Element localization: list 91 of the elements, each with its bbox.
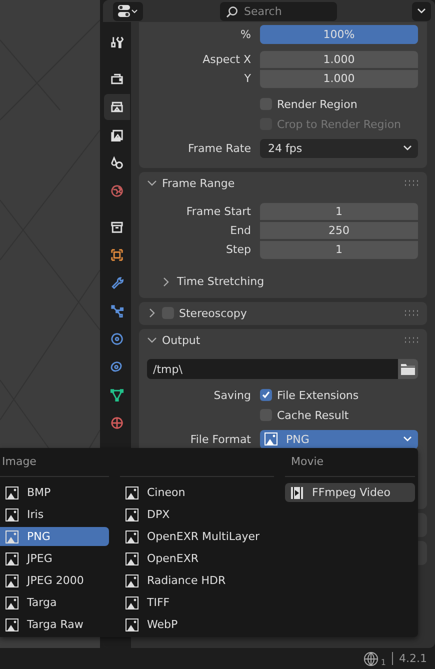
menu-item[interactable]: WebP bbox=[120, 615, 274, 634]
menu-heading: Movie bbox=[290, 454, 325, 470]
image-icon bbox=[125, 596, 139, 610]
image-icon bbox=[5, 486, 19, 500]
checkbox-label: File Extensions bbox=[277, 388, 359, 402]
image-icon bbox=[5, 552, 19, 566]
field-label: Frame Rate bbox=[187, 142, 252, 154]
field-label: Step bbox=[224, 243, 252, 256]
image-icon bbox=[125, 574, 139, 588]
checkbox-label: Render Region bbox=[277, 98, 358, 110]
editor-type-button[interactable] bbox=[113, 2, 143, 20]
menu-item[interactable]: JPEG 2000 bbox=[0, 571, 109, 590]
image-icon bbox=[5, 574, 19, 588]
menu-item[interactable]: Radiance HDR bbox=[120, 571, 274, 590]
tab-icon bbox=[109, 99, 125, 115]
file-format-dropdown[interactable]: PNG bbox=[260, 430, 418, 448]
frame-rate-dropdown[interactable]: 24 fps bbox=[260, 138, 418, 158]
collapse-chevron-icon[interactable] bbox=[147, 178, 157, 188]
menu-item[interactable]: TIFF bbox=[120, 593, 274, 612]
properties-tab[interactable] bbox=[104, 94, 130, 120]
image-icon bbox=[5, 618, 19, 632]
expand-chevron-icon[interactable] bbox=[161, 276, 171, 286]
tab-icon bbox=[109, 331, 125, 347]
tab-icon bbox=[109, 275, 125, 291]
menu-heading: Image bbox=[1, 454, 38, 470]
menu-item[interactable]: PNG bbox=[0, 527, 109, 546]
image-icon bbox=[125, 618, 139, 632]
globe-icon bbox=[362, 650, 379, 666]
resolution-percent-slider[interactable]: 100% bbox=[260, 24, 418, 44]
menu-item[interactable]: BMP bbox=[0, 483, 109, 502]
tab-icon bbox=[109, 71, 125, 87]
language-count: 1 bbox=[380, 658, 386, 669]
image-icon bbox=[5, 596, 19, 610]
checkbox-label: Cache Result bbox=[277, 408, 349, 422]
subpanel-title[interactable]: Time Stretching bbox=[177, 275, 264, 288]
checkbox-label: Crop to Render Region bbox=[277, 118, 402, 130]
output-path-field[interactable]: /tmp\ bbox=[147, 359, 398, 379]
number-field[interactable]: 1 bbox=[260, 240, 418, 258]
film-icon bbox=[290, 486, 304, 500]
options-dropdown-button[interactable] bbox=[412, 2, 431, 20]
menu-item[interactable]: Targa Raw bbox=[0, 615, 109, 634]
image-icon bbox=[264, 432, 278, 446]
chevron-down-icon bbox=[417, 8, 426, 14]
menu-item[interactable]: Iris bbox=[0, 505, 109, 524]
field-label: Y bbox=[243, 72, 252, 85]
number-field[interactable]: 1.000 bbox=[260, 70, 418, 88]
tab-icon bbox=[109, 415, 125, 431]
panel-title[interactable]: Output bbox=[162, 334, 200, 346]
tab-icon bbox=[109, 387, 125, 403]
field-label: Aspect X bbox=[202, 53, 252, 66]
version-label: 4.2.1 bbox=[399, 652, 427, 665]
search-field[interactable]: Search bbox=[220, 2, 337, 20]
number-field[interactable]: 1.000 bbox=[260, 50, 418, 68]
drag-handle-icon[interactable] bbox=[404, 337, 418, 343]
image-icon bbox=[5, 530, 19, 544]
tab-icon bbox=[109, 303, 125, 319]
image-icon bbox=[125, 530, 139, 544]
field-label: File Format bbox=[189, 432, 252, 446]
image-icon bbox=[5, 508, 19, 522]
panel-title[interactable]: Frame Range bbox=[162, 176, 235, 190]
tab-icon bbox=[109, 127, 125, 143]
drag-handle-icon[interactable] bbox=[404, 310, 418, 316]
tab-icon bbox=[109, 155, 125, 171]
number-field[interactable]: 250 bbox=[260, 222, 418, 240]
number-field[interactable]: 1 bbox=[260, 202, 418, 220]
collapse-chevron-icon[interactable] bbox=[147, 335, 157, 345]
expand-chevron-icon[interactable] bbox=[147, 308, 157, 318]
field-label: Frame Start bbox=[185, 205, 252, 218]
field-label: Saving bbox=[212, 388, 252, 402]
field-label: % bbox=[240, 28, 252, 40]
drag-handle-icon[interactable] bbox=[404, 180, 418, 186]
menu-item[interactable]: JPEG bbox=[0, 549, 109, 568]
menu-item[interactable]: OpenEXR MultiLayer bbox=[120, 527, 274, 546]
menu-item[interactable]: OpenEXR bbox=[120, 549, 274, 568]
chevron-down-icon bbox=[403, 436, 412, 442]
chevron-down-icon bbox=[403, 145, 412, 151]
checkbox[interactable] bbox=[260, 389, 272, 401]
menu-item[interactable]: FFmpeg Video bbox=[285, 483, 415, 502]
tab-icon bbox=[109, 183, 125, 199]
image-icon bbox=[125, 508, 139, 522]
tab-icon bbox=[109, 219, 125, 235]
tab-icon bbox=[109, 35, 125, 51]
folder-button[interactable] bbox=[398, 359, 418, 379]
image-icon bbox=[125, 486, 139, 500]
panel-title[interactable]: Stereoscopy bbox=[179, 306, 247, 320]
menu-item[interactable]: DPX bbox=[120, 505, 274, 524]
image-icon bbox=[125, 552, 139, 566]
tab-icon bbox=[109, 247, 125, 263]
field-label: End bbox=[229, 224, 252, 237]
menu-item[interactable]: Cineon bbox=[120, 483, 274, 502]
menu-item[interactable]: Targa bbox=[0, 593, 109, 612]
